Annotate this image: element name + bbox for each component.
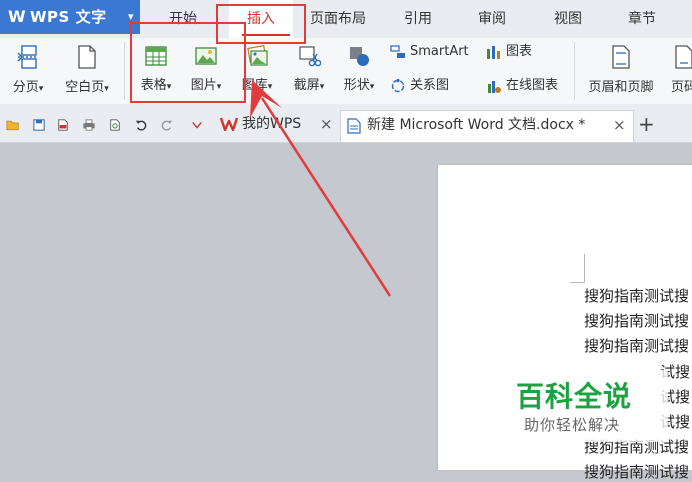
annotation-arrow <box>250 80 392 297</box>
